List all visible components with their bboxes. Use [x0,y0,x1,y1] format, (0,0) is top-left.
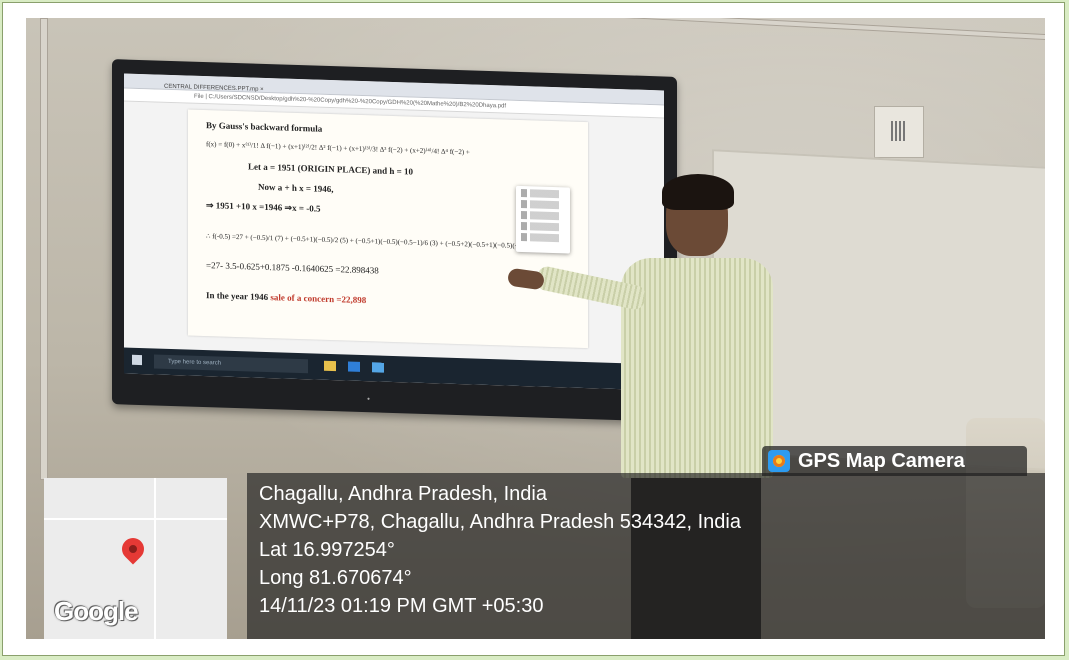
doc-result: =27- 3.5-0.625+0.1875 -0.1640625 =22.898… [206,260,379,276]
context-menu-item[interactable] [521,221,565,232]
doc-substitution: ∴ f(-0.5) =27 + (−0.5)/1 (7) + (−0.5+1)(… [206,232,560,252]
person-hair [662,174,734,210]
taskbar-search[interactable]: Type here to search [154,354,308,374]
location-datetime: 14/11/23 01:19 PM GMT +05:30 [259,595,544,617]
context-menu-item[interactable] [521,210,565,221]
map-road [44,518,227,520]
doc-conclusion-text: In the year 1946 [206,290,271,303]
classroom-photo: CENTRAL DIFFERENCES.PPT.mp × File | C:/U… [26,18,1045,639]
location-address: XMWC+P78, Chagallu, Andhra Pradesh 53434… [259,511,741,533]
windows-taskbar: Type here to search [124,347,664,391]
map-pin-icon [117,533,149,565]
doc-step: Now a + h x = 1946, [258,181,334,195]
doc-conclusion: In the year 1946 sale of a concern =22,8… [206,290,366,305]
context-menu-item[interactable] [521,188,565,199]
mail-icon[interactable] [348,361,360,372]
map-thumbnail: Google [44,478,227,639]
context-menu-item[interactable] [521,199,565,210]
location-place: Chagallu, Andhra Pradesh, India [259,483,547,505]
doc-conclusion-value: sale of a concern =22,898 [270,292,367,306]
location-longitude: Long 81.670674° [259,567,412,589]
display-screen: CENTRAL DIFFERENCES.PPT.mp × File | C:/U… [124,73,664,391]
context-menu-item[interactable] [521,232,565,243]
doc-heading: By Gauss's backward formula [206,120,323,134]
board-brand-logo: ● [367,396,371,403]
doc-formula: f(x) = f(0) + x⁽¹⁾/1! Δ f(−1) + (x+1)⁽²⁾… [206,140,470,157]
location-overlay: Chagallu, Andhra Pradesh, India XMWC+P78… [247,473,1045,639]
windows-start-icon[interactable] [132,354,142,366]
wall-speaker [874,106,924,158]
gps-camera-label: GPS Map Camera [762,446,1027,476]
map-road [154,478,156,639]
wall-pipe [40,18,48,480]
doc-solution-x: ⇒ 1951 +10 x =1946 ⇒x = -0.5 [206,200,321,214]
app-icon[interactable] [372,362,384,373]
interactive-display: CENTRAL DIFFERENCES.PPT.mp × File | C:/U… [112,59,677,422]
google-logo: Google [54,596,139,626]
file-explorer-icon[interactable] [324,360,336,372]
location-latitude: Lat 16.997254° [259,539,395,561]
gps-camera-title: GPS Map Camera [798,450,965,472]
doc-origin: Let a = 1951 (ORIGIN PLACE) and h = 10 [248,161,414,177]
context-menu[interactable] [516,185,570,254]
gps-camera-icon [768,450,790,472]
